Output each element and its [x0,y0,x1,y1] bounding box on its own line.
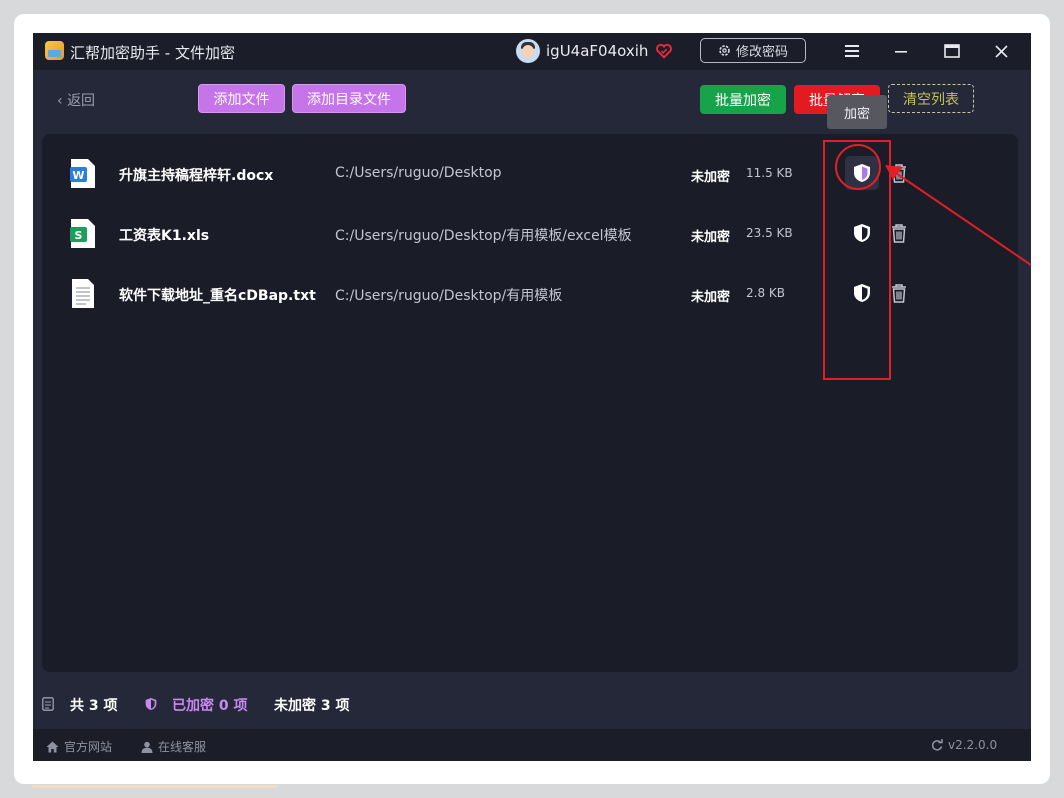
file-name: 工资表K1.xls [119,228,210,244]
batch-encrypt-button[interactable]: 批量加密 [700,85,786,114]
file-status: 未加密 [691,170,731,185]
official-website-link[interactable]: 官方网站 [46,738,112,755]
version-label: v2.2.0.0 [948,738,998,752]
background-divider [32,785,277,788]
encrypted-count: 已加密 0 项 [172,698,248,714]
close-icon [994,44,1008,58]
add-file-button[interactable]: 添加文件 [198,84,285,113]
add-folder-button[interactable]: 添加目录文件 [292,84,406,113]
file-path: C:/Users/ruguo/Desktop [335,165,502,181]
footer: 官方网站 在线客服 v2.2.0.0 [33,729,1031,761]
username: igU4aF04oxih [546,42,649,60]
unencrypted-count: 未加密 3 项 [274,698,350,714]
file-size: 2.8 KB [746,286,785,300]
window-title: 汇帮加密助手 - 文件加密 [70,44,235,62]
maximize-button[interactable] [942,41,962,61]
status-bar: 共 3 项 已加密 0 项 未加密 3 项 [33,688,1031,718]
version-info[interactable]: v2.2.0.0 [931,738,997,752]
encrypt-tooltip: 加密 [827,95,887,129]
word-doc-icon: W [70,159,95,188]
online-support-label: 在线客服 [158,740,207,754]
annotation-arrow [885,165,1031,266]
clear-list-button[interactable]: 清空列表 [888,84,974,113]
excel-sheet-icon: S [70,219,95,248]
file-name: 升旗主持稿程梓轩.docx [119,168,274,184]
file-path: C:/Users/ruguo/Desktop/有用模板 [335,288,563,304]
file-name: 软件下载地址_重名cDBap.txt [119,288,316,304]
svg-text:S: S [75,229,83,242]
file-status: 未加密 [691,290,731,305]
change-password-button[interactable]: 修改密码 [700,38,806,63]
support-person-icon [141,741,153,753]
minimize-button[interactable] [891,41,911,61]
hamburger-menu-icon [845,45,859,57]
list-icon [42,697,54,711]
svg-text:W: W [72,169,84,182]
vip-heart-icon [656,43,672,59]
back-button[interactable]: ‹ 返回 [57,90,95,110]
change-password-label: 修改密码 [735,45,788,60]
file-status: 未加密 [691,230,731,245]
home-icon [46,741,59,752]
app-logo-icon [45,41,64,60]
refresh-icon [931,739,943,751]
close-button[interactable] [991,41,1011,61]
total-count: 共 3 项 [70,698,118,714]
gear-icon [719,45,730,56]
app-window: 汇帮加密助手 - 文件加密 igU4aF04oxih 修改密码 ‹ 返回 添加文… [33,33,1031,761]
chevron-left-icon: ‹ [57,93,63,109]
online-support-link[interactable]: 在线客服 [141,738,206,755]
text-file-icon [72,279,94,308]
avatar[interactable] [516,39,540,63]
official-website-label: 官方网站 [64,740,113,754]
file-path: C:/Users/ruguo/Desktop/有用模板/excel模板 [335,228,632,244]
back-label: 返回 [67,93,96,109]
minimize-icon [895,51,907,53]
file-size: 11.5 KB [746,166,793,180]
menu-button[interactable] [842,41,862,61]
title-bar: 汇帮加密助手 - 文件加密 igU4aF04oxih 修改密码 [33,33,1031,70]
maximize-icon [944,44,960,58]
file-size: 23.5 KB [746,226,793,240]
shield-icon [145,698,157,710]
